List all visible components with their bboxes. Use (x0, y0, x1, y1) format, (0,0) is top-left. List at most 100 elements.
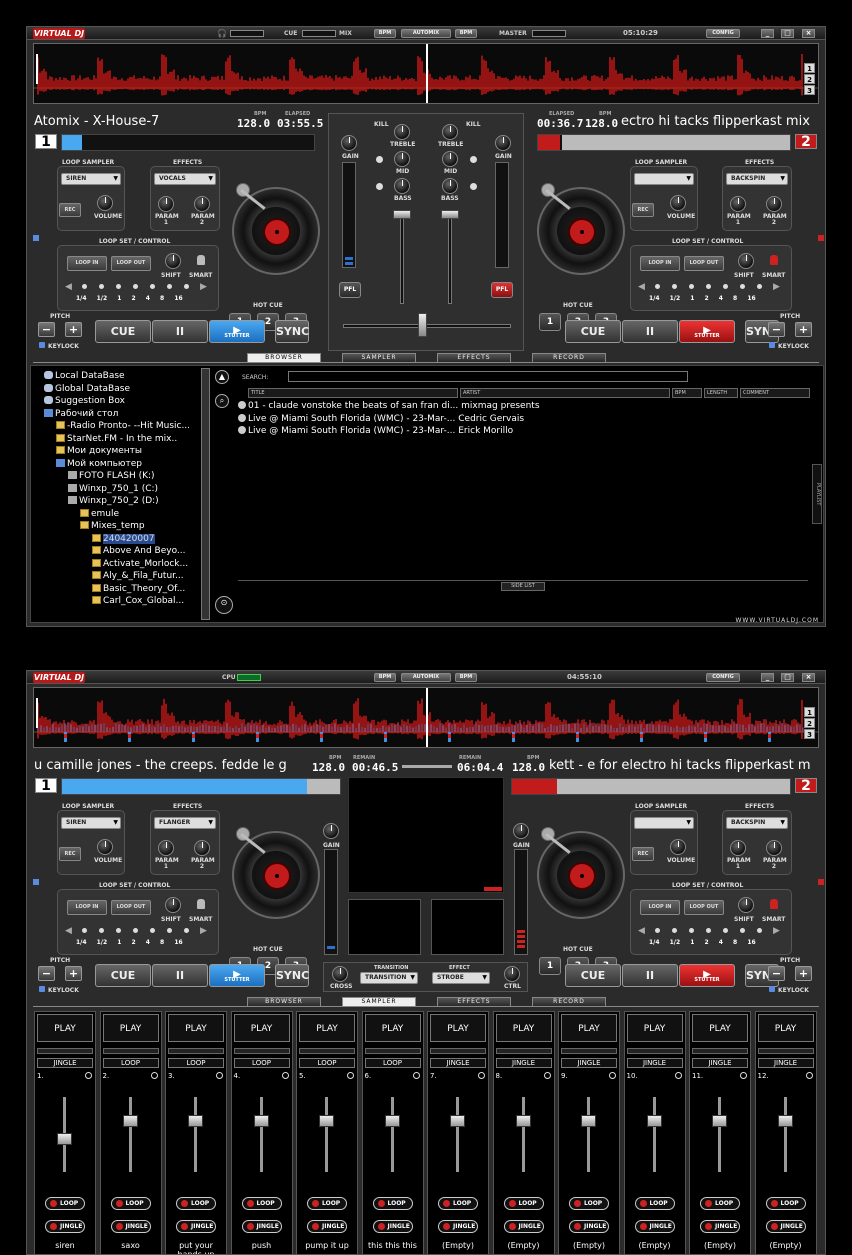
bass-left-knob[interactable] (394, 178, 410, 194)
deck-left-2-loop-in-button[interactable]: LOOP IN (67, 900, 107, 915)
tab-record[interactable]: RECORD (532, 353, 606, 363)
deck-right-pitch-plus-button[interactable]: + (795, 322, 812, 337)
sampler-options-icon[interactable] (412, 1072, 420, 1079)
deck-right-loop-size-led[interactable] (723, 284, 728, 289)
deck-left-2-stutter-button[interactable]: STUTTER (209, 960, 265, 990)
tree-item[interactable]: StarNet.FM - In the mix.. (56, 433, 177, 445)
tab-record[interactable]: RECORD (532, 997, 606, 1007)
headphone-volume-slider[interactable] (230, 30, 264, 37)
deck-left-sampler-volume-knob[interactable] (97, 195, 113, 211)
sampler-volume-slider[interactable] (122, 1115, 138, 1127)
automix-button[interactable]: AUTOMIX (401, 29, 451, 38)
config-button[interactable]: CONFIG (706, 29, 740, 38)
deck-right-jog-wheel[interactable] (537, 187, 625, 275)
deck-right-loop-prev-icon[interactable]: ◀ (638, 282, 645, 292)
deck-left-param1-knob[interactable] (158, 196, 174, 212)
config-button-2[interactable]: CONFIG (706, 673, 740, 682)
deck-left-2-pitch-minus-button[interactable]: − (38, 966, 55, 981)
ctrl-knob[interactable] (504, 966, 520, 982)
sampler-mode[interactable]: JINGLE (561, 1058, 617, 1068)
tab-sampler[interactable]: SAMPLER (342, 997, 416, 1007)
deck-left-rec-button[interactable]: REC (59, 203, 81, 217)
sampler-play-button[interactable]: PLAY (168, 1014, 224, 1042)
volume-fader-left[interactable] (393, 210, 411, 219)
deck-left-2-pitch-plus-button[interactable]: + (65, 966, 82, 981)
tab-browser[interactable]: BROWSER (247, 353, 321, 363)
sampler-loop-button[interactable]: LOOP (45, 1197, 85, 1210)
volume-fader-right[interactable] (441, 210, 459, 219)
deck-left-2-effect-select[interactable]: FLANGER (154, 817, 216, 829)
deck-right-2-smart-lock-icon[interactable] (770, 899, 778, 909)
maximize-button[interactable]: □ (781, 29, 794, 38)
tree-item[interactable]: -Radio Pronto- --Hit Music... (56, 420, 190, 432)
cross-knob[interactable] (332, 966, 348, 982)
sampler-loop-button[interactable]: LOOP (503, 1197, 544, 1210)
deck-left-loop-size-led[interactable] (99, 284, 104, 289)
deck-left-loop-in-button[interactable]: LOOP IN (67, 256, 107, 271)
transition-select[interactable]: TRANSITION (360, 972, 418, 984)
kill-left-button-2[interactable] (376, 183, 383, 190)
sampler-play-button[interactable]: PLAY (561, 1014, 617, 1042)
deck-right-2-sampler-volume-knob[interactable] (670, 839, 686, 855)
deck-left-pitch-plus-button[interactable]: + (65, 322, 82, 337)
sampler-volume-slider[interactable] (319, 1115, 334, 1127)
deck-right-2-loop-size-led[interactable] (757, 928, 762, 933)
sampler-mode[interactable]: JINGLE (626, 1058, 683, 1068)
deck-left-loop-prev-icon[interactable]: ◀ (65, 282, 72, 292)
deck-left-loop-size-led[interactable] (184, 284, 189, 289)
sampler-loop-button[interactable]: LOOP (569, 1197, 609, 1210)
waveform-overview-2[interactable]: 1 2 3 (33, 687, 819, 748)
wave-zoom-1-button-2[interactable]: 1 (804, 707, 815, 717)
deck-right-2-jog-wheel[interactable] (537, 831, 625, 919)
mid-left-knob[interactable] (394, 151, 410, 167)
sampler-play-button[interactable]: PLAY (37, 1014, 93, 1042)
column-header-bpm[interactable]: BPM (672, 388, 702, 398)
tree-item[interactable]: Winxp_750_2 (D:) (68, 495, 159, 507)
sampler-volume-slider[interactable] (712, 1115, 727, 1127)
deck-left-loop-size-led[interactable] (116, 284, 121, 289)
bpm-button-left[interactable]: BPM (374, 29, 396, 38)
sampler-play-button[interactable]: PLAY (692, 1014, 748, 1042)
tree-item[interactable]: Carl_Cox_Global... (92, 595, 184, 607)
deck-right-pause-button[interactable]: II (622, 320, 678, 343)
right-track-waveform-2[interactable] (511, 778, 791, 795)
sampler-play-button[interactable]: PLAY (102, 1014, 159, 1042)
tree-search-button[interactable]: ⌕ (215, 394, 229, 408)
sampler-loop-button[interactable]: LOOP (372, 1197, 413, 1210)
deck-right-2-loop-size-led[interactable] (672, 928, 677, 933)
deck-left-2-pause-button[interactable]: II (152, 964, 208, 987)
deck-right-shift-knob[interactable] (738, 253, 754, 269)
sampler-volume-slider[interactable] (253, 1115, 269, 1127)
deck-right-keylock-icon[interactable] (769, 342, 775, 348)
deck-right-loop-next-icon[interactable]: ▶ (773, 282, 780, 292)
deck-left-2-keylock-icon[interactable] (39, 986, 45, 992)
sampler-jingle-button[interactable]: JINGLE (241, 1220, 282, 1233)
deck-left-shift-knob[interactable] (165, 253, 181, 269)
tree-item[interactable]: Мои документы (56, 445, 142, 457)
deck-right-loop-size-led[interactable] (655, 284, 660, 289)
minimize-button-2[interactable]: _ (761, 673, 774, 682)
deck-left-2-smart-lock-icon[interactable] (197, 899, 205, 909)
deck-left-2-loop-prev-icon[interactable]: ◀ (65, 926, 72, 936)
deck-right-loop-size-led[interactable] (672, 284, 677, 289)
deck-left-keylock-icon[interactable] (39, 342, 45, 348)
sampler-options-icon[interactable] (609, 1072, 616, 1079)
sampler-volume-slider[interactable] (515, 1115, 531, 1127)
deck-right-2-loop-size-led[interactable] (740, 928, 745, 933)
sampler-options-icon[interactable] (281, 1072, 289, 1079)
sampler-jingle-button[interactable]: JINGLE (176, 1220, 216, 1233)
sampler-mode[interactable]: JINGLE (37, 1058, 93, 1068)
pfl-left-button[interactable]: PFL (339, 282, 361, 298)
deck-left-2-sampler-volume-knob[interactable] (97, 839, 113, 855)
tree-scrollbar[interactable] (201, 368, 210, 620)
deck-right-2-pause-button[interactable]: II (622, 964, 678, 987)
left-track-waveform-2[interactable] (61, 778, 341, 795)
deck-right-stutter-button[interactable]: STUTTER (679, 316, 735, 346)
sampler-play-button[interactable]: PLAY (757, 1014, 814, 1042)
deck-left-cue-button[interactable]: CUE (95, 320, 151, 343)
folder-tree[interactable]: Local DataBase Global DataBase Suggestion … (34, 370, 219, 610)
kill-left-button[interactable] (376, 156, 383, 163)
tab-effects[interactable]: EFFECTS (437, 353, 511, 363)
deck-left-2-jog-wheel[interactable] (232, 831, 320, 919)
deck-right-cue-button[interactable]: CUE (565, 320, 621, 343)
